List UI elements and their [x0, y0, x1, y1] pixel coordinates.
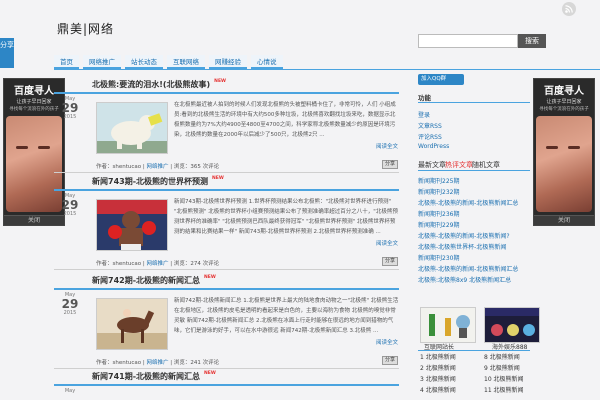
sidebar-article-link[interactable]: 北极熊-北极熊的新闻-北极熊新闻? [418, 231, 510, 240]
sidebar-divider [418, 350, 530, 351]
post-header: 新闻741期-北极熊的新闻汇总 NEW [54, 368, 399, 386]
post-title[interactable]: 新闻741期-北极熊的新闻汇总 NEW [92, 371, 216, 382]
tab-random[interactable]: 随机文章 [472, 160, 500, 170]
post-share-button[interactable]: 分享 [382, 257, 398, 266]
ad-close-button[interactable]: 关闭 [534, 215, 594, 225]
rank-item[interactable]: 11 北极熊新闻 [484, 385, 524, 394]
post-header: 新闻742期-北极熊的新闻汇总 NEW [54, 272, 399, 290]
sidebar-article-link[interactable]: 北极熊:北极熊8x9 北极熊新闻汇总 [418, 275, 511, 284]
sidebar-thumbnail[interactable] [484, 307, 540, 343]
sidebar-article-link[interactable]: 新闻期刊230期 [418, 253, 459, 262]
search-input[interactable] [418, 34, 518, 48]
post-meta: 作者：shentucao | 网络推广 | 浏览：241 次评论 [96, 360, 220, 366]
post-share-button[interactable]: 分享 [382, 160, 398, 169]
post-excerpt: 在北极熊最近被人拍到的时候人们发现北极熊的头被塑料桶卡住了，非常可怜，人们 小组… [174, 102, 396, 138]
ad-title: 百度寻人 [544, 86, 584, 97]
post-title[interactable]: 新闻742期-北极熊的新闻汇总 NEW [92, 275, 216, 286]
new-badge: NEW [212, 176, 224, 181]
post-item: 北极熊:要流的泪水!(北极熊故事) NEW May 29 2015 在北极熊最近被… [54, 76, 399, 176]
nav-divider [54, 69, 600, 70]
nav-item-webmaster[interactable]: 站长动态 [125, 55, 163, 69]
baidu-search-ad-right[interactable]: 百度寻人 让孩子早日回家 寻找每个流浪在外的孩子 关闭 [533, 78, 595, 226]
post-item: 新闻742期-北极熊的新闻汇总 NEW May 29 2015 新闻742期-北极… [54, 272, 399, 372]
rank-item[interactable]: 3 北极熊新闻 [420, 374, 456, 383]
sidebar-link-wordpress[interactable]: WordPress [418, 143, 449, 150]
post-date: May 29 2015 [61, 193, 79, 217]
sidebar-divider [418, 102, 530, 103]
category-link[interactable]: 网络推广 [146, 164, 168, 170]
post-header: 北极熊:要流的泪水!(北极熊故事) NEW [54, 76, 399, 94]
tab-latest[interactable]: 最新文章 [418, 160, 446, 170]
post-title[interactable]: 新闻743期-北极熊的世界杯预测 NEW [92, 176, 224, 187]
share-tab[interactable]: 分享 [0, 38, 14, 68]
nav-item-mood[interactable]: 心情说 [251, 55, 283, 69]
sidebar-article-link[interactable]: 北极熊-北极熊世界杯-北极熊新闻 [418, 242, 506, 251]
post-thumbnail[interactable] [96, 102, 168, 154]
post-meta: 作者：shentucao | 网络推广 | 浏览：365 次评论 [96, 164, 220, 170]
read-more-link[interactable]: 阅读全文 [376, 142, 398, 150]
post-header: 新闻743期-北极熊的世界杯预测 NEW [54, 173, 399, 191]
sidebar-article-link[interactable]: 新闻期刊232期 [418, 187, 459, 196]
tab-hot[interactable]: 热评文章 [445, 160, 473, 170]
rss-icon[interactable] [562, 2, 576, 16]
post-thumbnail[interactable] [96, 298, 168, 350]
rank-item[interactable]: 2 北极熊新闻 [420, 363, 456, 372]
post-meta: 作者：shentucao | 网络推广 | 浏览：274 次评论 [96, 261, 220, 267]
ad-subtitle: 让孩子早日回家 [546, 99, 582, 105]
sidebar-thumbnail[interactable] [420, 307, 476, 343]
ad-subtitle-2: 寻找每个流浪在外的孩子 [539, 107, 589, 112]
read-more-link[interactable]: 阅读全文 [376, 239, 398, 247]
rank-item[interactable]: 9 北极熊新闻 [484, 363, 520, 372]
sidebar-divider [418, 170, 530, 171]
main-nav: 首页 网络推广 站长动态 互联网络 网赚经验 心情说 [54, 55, 283, 69]
read-more-link[interactable]: 阅读全文 [376, 338, 398, 346]
nav-item-earning[interactable]: 网赚经验 [209, 55, 247, 69]
post-date: May [64, 388, 76, 394]
post-share-button[interactable]: 分享 [382, 356, 398, 365]
post-title[interactable]: 北极熊:要流的泪水!(北极熊故事) NEW [92, 79, 226, 90]
post-date: May 29 2015 [61, 96, 79, 120]
search-button[interactable]: 搜索 [518, 34, 546, 48]
nav-item-internet[interactable]: 互联网络 [167, 55, 205, 69]
post-excerpt: 新闻742期-北极熊新闻汇总 1.北极熊是世界上最大的陆地食肉动物之一"北极熊"… [174, 298, 399, 334]
site-title[interactable]: 鼎美|网络 [57, 20, 114, 37]
sidebar-link-login[interactable]: 登录 [418, 110, 430, 119]
post-item: 新闻741期-北极熊的新闻汇总 NEW May [54, 368, 399, 400]
category-link[interactable]: 网络推广 [146, 261, 168, 267]
post-date: May 29 2015 [61, 292, 79, 316]
sidebar-section-title: 功能 [418, 94, 431, 102]
post-item: 新闻743期-北极熊的世界杯预测 NEW May 29 2015 新闻743期-北… [54, 173, 399, 273]
join-qq-group-button[interactable]: 加入QQ群 [418, 74, 464, 85]
post-separator [54, 269, 399, 270]
sidebar-article-link[interactable]: 新闻期刊225期 [418, 176, 459, 185]
nav-item-promotion[interactable]: 网络推广 [83, 55, 121, 69]
child-photo [536, 116, 592, 212]
rank-item[interactable]: 10 北极熊新闻 [484, 374, 524, 383]
new-badge: NEW [204, 275, 216, 280]
rank-item[interactable]: 1 北极熊新闻 [420, 352, 456, 361]
sidebar-article-link[interactable]: 北极熊-北极熊的新闻-北极熊新闻汇总 [418, 264, 518, 273]
post-thumbnail[interactable] [96, 199, 168, 251]
sidebar-link-comments-rss[interactable]: 评论RSS [418, 132, 442, 141]
category-link[interactable]: 网络推广 [146, 360, 168, 366]
post-excerpt: 新闻743期-北极熊世界杯预测 1.世界杯预测结果公布北极熊："北极熊对世界杯进… [174, 199, 398, 235]
new-badge: NEW [204, 371, 216, 376]
sidebar-link-rss[interactable]: 文章RSS [418, 121, 442, 130]
new-badge: NEW [214, 79, 226, 84]
sidebar-article-link[interactable]: 新闻期刊229期 [418, 220, 459, 229]
rank-item[interactable]: 8 北极熊新闻 [484, 352, 520, 361]
sidebar-article-link[interactable]: 北极熊-北极熊的新闻-北极熊新闻汇总 [418, 198, 518, 207]
sidebar-article-link[interactable]: 新闻期刊236期 [418, 209, 459, 218]
rank-item[interactable]: 4 北极熊新闻 [420, 385, 456, 394]
nav-item-home[interactable]: 首页 [54, 55, 79, 69]
